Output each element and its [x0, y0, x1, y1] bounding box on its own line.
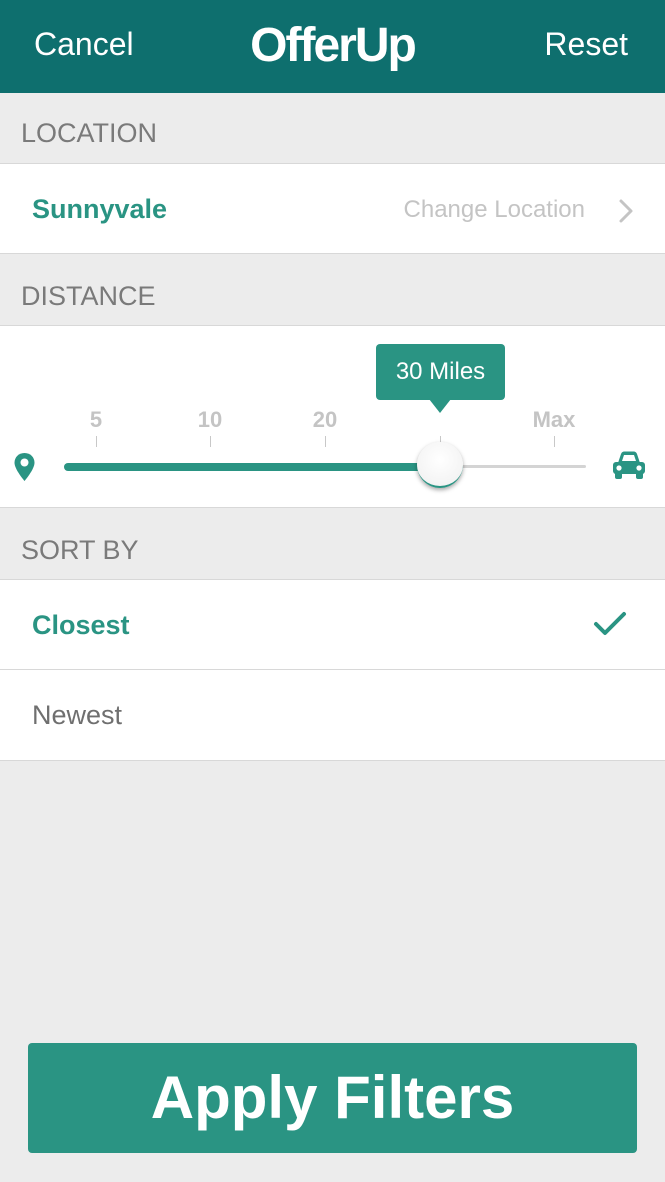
tick-mark [325, 436, 326, 447]
change-location-link[interactable]: Change Location [404, 196, 585, 224]
apply-filters-button[interactable]: Apply Filters [28, 1043, 637, 1153]
distance-slider-thumb[interactable] [416, 442, 463, 488]
tick-label-10: 10 [197, 407, 223, 432]
distance-value-tooltip: 30 Miles [376, 344, 505, 400]
current-location: Sunnyvale [32, 194, 168, 224]
tick-mark [210, 436, 211, 447]
sort-option-closest[interactable]: Closest [0, 579, 665, 670]
chevron-right-icon [619, 199, 633, 223]
tick-label-20: 20 [312, 407, 338, 432]
location-pin-icon [14, 453, 35, 481]
sort-option-label: Closest [32, 610, 130, 640]
distance-slider-panel: 30 Miles 5 10 20 Max [0, 325, 665, 508]
location-section-header: LOCATION [0, 93, 665, 163]
location-row[interactable]: Sunnyvale Change Location [0, 163, 665, 254]
navigation-bar: Cancel OfferUp Reset [0, 0, 665, 93]
sort-option-newest[interactable]: Newest [0, 669, 665, 761]
tick-label-5: 5 [89, 407, 103, 432]
tick-mark [554, 436, 555, 447]
tick-mark [96, 436, 97, 447]
tooltip-pointer [429, 399, 451, 413]
sort-section-header: SORT BY [0, 508, 665, 579]
car-icon [613, 451, 645, 479]
slider-track-fill [64, 463, 440, 471]
tick-label-max: Max [532, 407, 576, 432]
distance-section-header: DISTANCE [0, 254, 665, 325]
checkmark-icon [594, 612, 626, 635]
reset-button[interactable]: Reset [544, 26, 628, 63]
sort-option-label: Newest [32, 700, 123, 730]
